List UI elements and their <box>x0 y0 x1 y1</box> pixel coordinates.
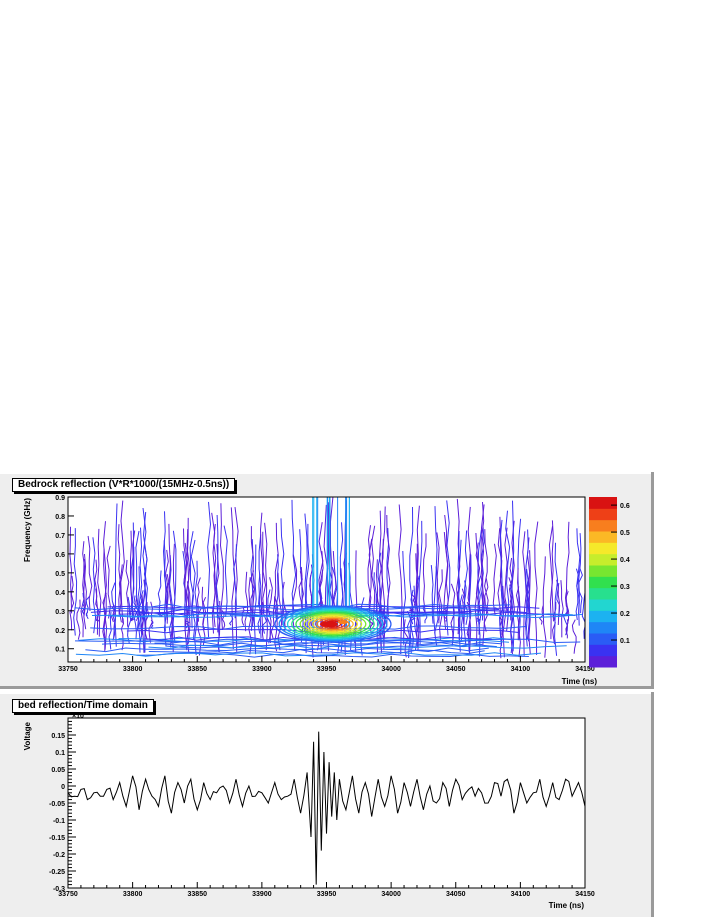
line-x-tick-label: 34150 <box>575 891 595 898</box>
colorbar-swatch <box>589 633 617 645</box>
line-x-tick-label: 33950 <box>317 891 337 898</box>
line-y-tick-label: 0 <box>61 784 65 791</box>
line-exponent-label: ×10 <box>72 713 84 720</box>
contour-x-tick-label: 33850 <box>188 666 208 673</box>
colorbar-swatch <box>589 644 617 657</box>
line-y-tick-label: -0.3 <box>53 886 65 893</box>
colorbar-swatch <box>589 610 617 623</box>
contour-peak <box>319 621 338 628</box>
contour-chart: 33750 33800 33850 33900 33950 34000 34050 34100… <box>23 495 630 686</box>
colorbar-swatch <box>589 497 617 509</box>
line-x-tick-label: 33900 <box>252 891 272 898</box>
line-y-tick-label: -0.2 <box>53 852 65 859</box>
colorbar-swatch <box>589 553 617 566</box>
line-x-tick-label: 34100 <box>511 891 531 898</box>
contour-x-tick-label: 33800 <box>123 666 143 673</box>
contour-y-tick-label: 0.7 <box>55 533 65 540</box>
contour-x-tick-label: 33950 <box>317 666 337 673</box>
line-y-tick-label: 0.05 <box>51 767 65 774</box>
contour-y-tick-label: 0.2 <box>55 628 65 635</box>
line-plot-area <box>67 717 586 889</box>
colorbar-swatch <box>589 531 617 543</box>
colorbar-swatch <box>589 587 617 600</box>
colorbar-tick-label: 0.5 <box>620 530 630 537</box>
line-y-tick-label: 0.15 <box>51 733 65 740</box>
colorbar-swatch <box>589 519 617 532</box>
colorbar-swatch <box>589 655 617 668</box>
contour-x-axis-label: Time (ns) <box>562 677 598 686</box>
line-x-axis-label: Time (ns) <box>549 901 585 910</box>
colorbar-swatch <box>589 542 617 555</box>
line-y-tick-label: -0.05 <box>49 801 65 808</box>
colorbar-swatch <box>589 565 617 577</box>
colorbar-tick-label: 0.6 <box>620 503 630 510</box>
contour-y-axis-label: Frequency (GHz) <box>23 498 32 562</box>
line-y-tick-label: -0.25 <box>49 869 65 876</box>
line-y-tick-label: -0.1 <box>53 818 65 825</box>
colorbar-swatch <box>589 621 617 634</box>
contour-x-tick-label: 34050 <box>446 666 466 673</box>
contour-y-tick-label: 0.5 <box>55 571 65 578</box>
line-x-tick-label: 33800 <box>123 891 143 898</box>
contour-y-tick-label: 0.4 <box>55 590 65 597</box>
contour-peak <box>337 620 348 625</box>
colorbar-swatch <box>589 508 617 521</box>
line-x-tick-label: 34000 <box>381 891 401 898</box>
line-x-tick-label: 34050 <box>446 891 466 898</box>
contour-x-tick-label: 34100 <box>511 666 531 673</box>
colorbar-tick-label: 0.3 <box>620 584 630 591</box>
colorbar-tick-label: 0.1 <box>620 638 630 645</box>
line-y-axis-label: Voltage <box>23 721 32 750</box>
time-domain-chart: 33750 33800 33850 33900 33950 34000 34050 34100… <box>23 713 595 910</box>
contour-x-tick-label: 33750 <box>58 666 78 673</box>
contour-y-tick-label: 0.8 <box>55 514 65 521</box>
contour-y-tick-label: 0.6 <box>55 552 65 559</box>
colorbar-tick-label: 0.4 <box>620 557 630 564</box>
contour-x-tick-label: 33900 <box>252 666 272 673</box>
colorbar-swatch <box>589 599 617 611</box>
contour-y-tick-label: 0.1 <box>55 647 65 654</box>
contour-x-tick-label: 34000 <box>381 666 401 673</box>
line-y-tick-label: 0.1 <box>55 750 65 757</box>
contour-y-tick-label: 0.3 <box>55 609 65 616</box>
contour-y-tick-label: 0.9 <box>55 495 65 502</box>
line-y-tick-label: -0.15 <box>49 835 65 842</box>
line-x-tick-label: 33850 <box>188 891 208 898</box>
colorbar-tick-label: 0.2 <box>620 611 630 618</box>
